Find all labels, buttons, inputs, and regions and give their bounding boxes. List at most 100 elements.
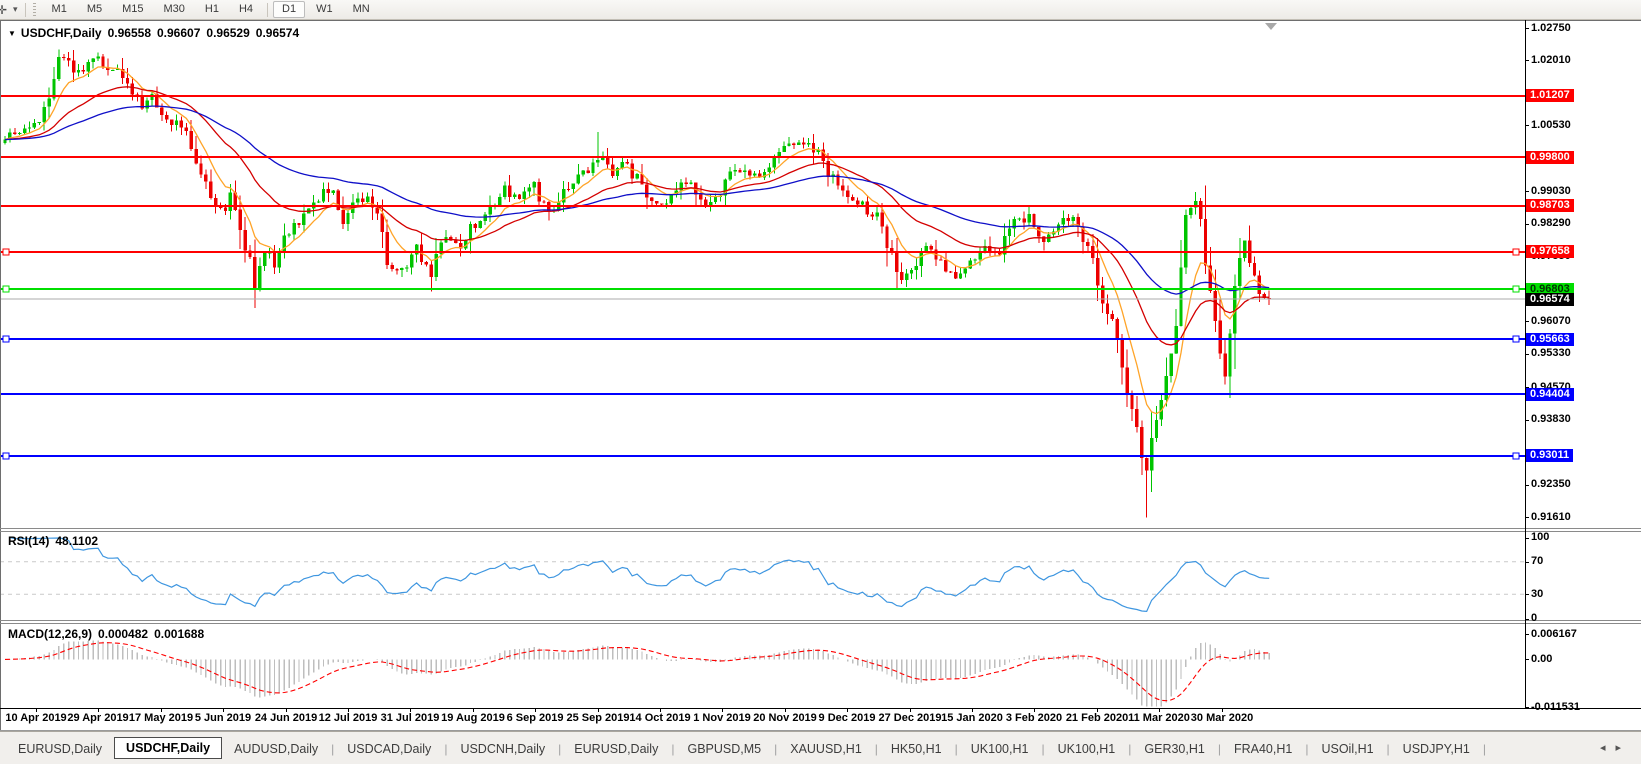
tab-gbpusd-m5[interactable]: GBPUSD,M5 bbox=[675, 738, 773, 760]
timeframe-button-w1[interactable]: W1 bbox=[307, 1, 342, 18]
timeframes-toolbar: ✛ ▾ M1 M5 M15 M30 H1 H4 D1 W1 MN bbox=[0, 0, 1641, 19]
timeframe-button-m30[interactable]: M30 bbox=[155, 1, 194, 18]
timeframe-button-m5[interactable]: M5 bbox=[78, 1, 111, 18]
line-handle[interactable] bbox=[2, 285, 10, 293]
tab-audusd-daily[interactable]: AUDUSD,Daily bbox=[222, 738, 330, 760]
tab-xauusd-h1[interactable]: XAUUSD,H1 bbox=[778, 738, 874, 760]
date-tick-label: 17 May 2019 bbox=[128, 712, 194, 724]
price-tick-label: 0.99030 bbox=[1531, 185, 1571, 197]
tab-usdcad-daily[interactable]: USDCAD,Daily bbox=[335, 738, 443, 760]
tab-usdcnh-daily[interactable]: USDCNH,Daily bbox=[448, 738, 557, 760]
ma-slow-line bbox=[4, 105, 1270, 295]
date-tick-label: 19 Aug 2019 bbox=[441, 712, 505, 724]
rsi-tick-mark bbox=[1525, 619, 1529, 620]
timeframe-button-mn[interactable]: MN bbox=[344, 1, 379, 18]
level-price-badge: 0.99800 bbox=[1526, 151, 1574, 164]
chevron-down-icon[interactable]: ▾ bbox=[13, 4, 18, 15]
line-handle[interactable] bbox=[2, 452, 10, 460]
cursor-tool-icon[interactable]: ✛ bbox=[0, 3, 13, 17]
rsi-separator[interactable] bbox=[0, 528, 1641, 529]
toolbar-grip[interactable] bbox=[32, 3, 36, 16]
level-price-badge: 0.95663 bbox=[1526, 333, 1574, 346]
time-axis-border bbox=[0, 708, 1641, 709]
tab-ger30-h1[interactable]: GER30,H1 bbox=[1132, 738, 1216, 760]
rsi-tick-label: 70 bbox=[1531, 555, 1544, 567]
date-tick-label: 10 Apr 2019 bbox=[5, 712, 67, 724]
date-tick-label: 25 Sep 2019 bbox=[566, 712, 630, 724]
tab-separator: | bbox=[1482, 741, 1486, 756]
symbol-period-label: USDCHF,Daily bbox=[20, 26, 102, 40]
date-tick-label: 3 Feb 2020 bbox=[1005, 712, 1063, 724]
chart-left-border bbox=[0, 20, 1, 731]
price-tick-mark bbox=[1525, 191, 1529, 192]
level-price-badge: 0.97658 bbox=[1526, 245, 1574, 258]
chart-canvas[interactable] bbox=[0, 20, 1641, 731]
chart-tab-bar: EURUSD,Daily USDCHF,Daily AUDUSD,Daily | USD… bbox=[0, 731, 1641, 764]
level-price-badge: 0.93011 bbox=[1526, 449, 1574, 462]
date-tick-label: 6 Sep 2019 bbox=[506, 712, 564, 724]
tab-fra40-h1[interactable]: FRA40,H1 bbox=[1222, 738, 1304, 760]
price-tick-mark bbox=[1525, 354, 1529, 355]
line-handle[interactable] bbox=[1512, 248, 1520, 256]
current-price-badge: 0.96574 bbox=[1526, 293, 1574, 306]
macd-signal-value: 0.001688 bbox=[154, 627, 205, 641]
line-handle[interactable] bbox=[1512, 285, 1520, 293]
price-tick-label: 1.00530 bbox=[1531, 119, 1571, 131]
ohlc-high: 0.96607 bbox=[157, 26, 201, 40]
tab-eurusd-daily[interactable]: EURUSD,Daily bbox=[562, 738, 670, 760]
rsi-tick-label: 0 bbox=[1531, 612, 1538, 624]
tab-uk100-h1[interactable]: UK100,H1 bbox=[1046, 738, 1128, 760]
moving-averages-layer bbox=[4, 66, 1270, 415]
tab-hk50-h1[interactable]: HK50,H1 bbox=[879, 738, 954, 760]
macd-tick-label: -0.011531 bbox=[1531, 701, 1580, 713]
line-handle[interactable] bbox=[1512, 452, 1520, 460]
date-tick-label: 31 Jul 2019 bbox=[380, 712, 440, 724]
timeframe-button-h4[interactable]: H4 bbox=[230, 1, 262, 18]
timeframe-button-m15[interactable]: M15 bbox=[113, 1, 152, 18]
macd-name: MACD(12,26,9) bbox=[8, 627, 93, 641]
horizontal-lines-layer[interactable] bbox=[0, 95, 1525, 460]
date-tick-label: 1 Nov 2019 bbox=[693, 712, 751, 724]
level-price-badge: 0.98703 bbox=[1526, 199, 1574, 212]
date-tick-label: 11 Mar 2020 bbox=[1128, 712, 1190, 724]
tab-scroll-left-icon[interactable]: ◂ bbox=[1600, 742, 1616, 754]
tab-usoil-h1[interactable]: USOil,H1 bbox=[1309, 738, 1385, 760]
date-tick-label: 5 Jun 2019 bbox=[194, 712, 252, 724]
tab-usdchf-daily[interactable]: USDCHF,Daily bbox=[114, 736, 223, 759]
tab-usdjpy-h1[interactable]: USDJPY,H1 bbox=[1391, 738, 1482, 760]
timeframe-button-h1[interactable]: H1 bbox=[196, 1, 228, 18]
price-tick-label: 1.02750 bbox=[1531, 22, 1571, 34]
line-handle[interactable] bbox=[2, 248, 10, 256]
date-tick-label: 15 Jan 2020 bbox=[941, 712, 1003, 724]
price-tick-label: 0.92350 bbox=[1531, 478, 1571, 490]
level-price-badge: 0.94404 bbox=[1526, 388, 1574, 401]
price-tick-mark bbox=[1525, 420, 1529, 421]
line-handle[interactable] bbox=[1512, 335, 1520, 343]
date-tick-label: 29 Apr 2019 bbox=[67, 712, 129, 724]
macd-separator[interactable] bbox=[0, 620, 1641, 621]
mt4-trading-terminal: ✛ ▾ M1 M5 M15 M30 H1 H4 D1 W1 MN ▼ USDCHF,Daily 0.… bbox=[0, 0, 1641, 764]
price-axis-border bbox=[1525, 20, 1526, 709]
tab-scroll-arrows: ◂▸ bbox=[1600, 741, 1631, 754]
price-tick-mark bbox=[1525, 517, 1529, 518]
date-tick-label: 12 Jul 2019 bbox=[318, 712, 378, 724]
macd-tick-mark bbox=[1525, 634, 1529, 635]
macd-tick-label: 0.00 bbox=[1531, 653, 1553, 665]
price-tick-label: 0.91610 bbox=[1531, 511, 1571, 523]
chart-title: ▼ USDCHF,Daily 0.96558 0.96607 0.96529 0.9657… bbox=[8, 26, 299, 40]
timeframe-button-d1[interactable]: D1 bbox=[273, 1, 306, 18]
price-tick-mark bbox=[1525, 28, 1529, 29]
tab-uk100-h1[interactable]: UK100,H1 bbox=[959, 738, 1041, 760]
level-price-badge: 1.01207 bbox=[1526, 89, 1574, 102]
line-handle[interactable] bbox=[2, 335, 10, 343]
toolbar-separator bbox=[267, 2, 269, 17]
ma-mid-line bbox=[4, 86, 1270, 346]
macd-layer bbox=[4, 640, 1270, 707]
tab-scroll-right-icon[interactable]: ▸ bbox=[1615, 742, 1631, 754]
price-tick-mark bbox=[1525, 224, 1529, 225]
toolbar-separator bbox=[24, 2, 26, 17]
date-tick-label: 27 Dec 2019 bbox=[878, 712, 942, 724]
tab-eurusd-daily[interactable]: EURUSD,Daily bbox=[6, 738, 114, 760]
collapse-triangle-icon[interactable]: ▼ bbox=[8, 29, 16, 38]
timeframe-button-m1[interactable]: M1 bbox=[43, 1, 76, 18]
